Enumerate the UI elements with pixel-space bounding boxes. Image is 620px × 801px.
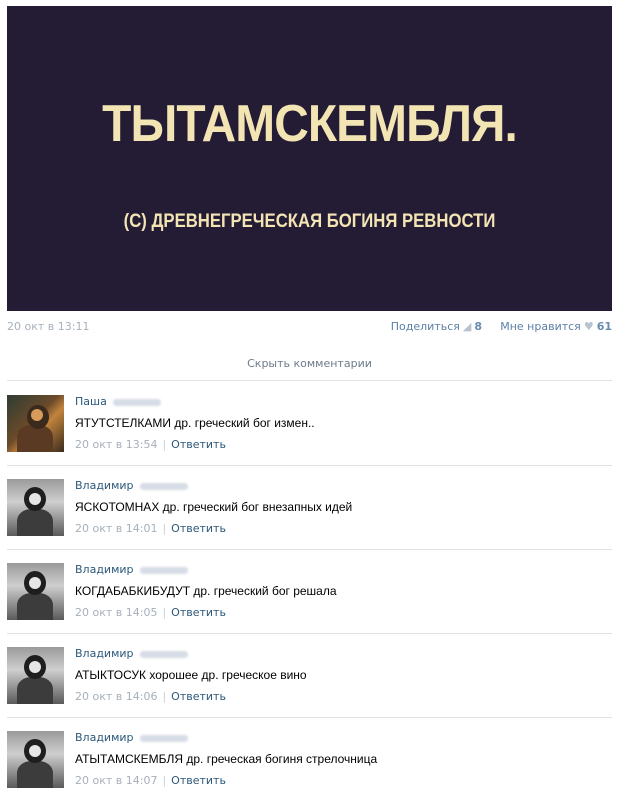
author-name[interactable]: Владимир — [75, 731, 134, 744]
comment: Паша ЯТУТСТЕЛКАМИ др. греческий бог изме… — [7, 381, 612, 466]
author-name[interactable]: Владимир — [75, 563, 134, 576]
comment-text: КОГДАБАБКИБУДУТ др. греческий бог решала — [75, 584, 337, 598]
reply-link[interactable]: Ответить — [171, 774, 226, 787]
comment-time[interactable]: 20 окт в 14:07 — [75, 774, 157, 787]
comment-author[interactable]: Владимир — [75, 563, 188, 576]
comment-time[interactable]: 20 окт в 14:06 — [75, 690, 157, 703]
comment: Владимир КОГДАБАБКИБУДУТ др. греческий б… — [7, 549, 612, 634]
avatar[interactable] — [7, 563, 64, 620]
share-count: 8 — [474, 320, 482, 333]
redacted-surname — [139, 482, 188, 490]
comment-text: АТЫТАМСКЕМБЛЯ др. греческая богиня стрел… — [75, 752, 378, 766]
like-count: 61 — [596, 320, 612, 333]
redacted-surname — [139, 734, 188, 742]
comment-text: ЯТУТСТЕЛКАМИ др. греческий бог измен.. — [75, 416, 315, 430]
reply-link[interactable]: Ответить — [171, 690, 226, 703]
image-title-text: ТЫТАМСКЕМБЛЯ. — [102, 95, 518, 153]
comment-author[interactable]: Владимир — [75, 731, 188, 744]
comment-author[interactable]: Паша — [75, 395, 161, 408]
reply-link[interactable]: Ответить — [171, 438, 226, 451]
comment-author[interactable]: Владимир — [75, 479, 188, 492]
share-button[interactable]: Поделиться ◢ 8 — [391, 320, 482, 333]
comment-author[interactable]: Владимир — [75, 647, 188, 660]
post-image[interactable]: ТЫТАМСКЕМБЛЯ. (С) ДРЕВНЕГРЕЧЕСКАЯ БОГИНЯ… — [7, 6, 612, 311]
comment-text: ЯСКОТОМНАХ др. греческий бог внезапных и… — [75, 500, 353, 514]
redacted-surname — [139, 566, 188, 574]
comment-footer: 20 окт в 13:54 | Ответить — [75, 438, 226, 451]
redacted-surname — [139, 650, 188, 658]
comment-text: АТЫКТОСУК хорошее др. греческое вино — [75, 668, 307, 682]
comment-footer: 20 окт в 14:07 | Ответить — [75, 774, 226, 787]
author-name[interactable]: Паша — [75, 395, 107, 408]
avatar[interactable] — [7, 731, 64, 788]
comment-time[interactable]: 20 окт в 13:54 — [75, 438, 157, 451]
avatar[interactable] — [7, 479, 64, 536]
author-name[interactable]: Владимир — [75, 647, 134, 660]
share-label: Поделиться — [390, 320, 460, 333]
hide-comments-link[interactable]: Скрыть комментарии — [7, 348, 612, 381]
heart-icon: ♥ — [583, 320, 594, 333]
comment-footer: 20 окт в 14:05 | Ответить — [75, 606, 226, 619]
image-caption-text: (С) ДРЕВНЕГРЕЧЕСКАЯ БОГИНЯ РЕВНОСТИ — [123, 211, 496, 232]
redacted-surname — [112, 398, 161, 406]
reply-link[interactable]: Ответить — [171, 606, 226, 619]
megaphone-icon: ◢ — [462, 320, 472, 333]
comment: Владимир АТЫТАМСКЕМБЛЯ др. греческая бог… — [7, 717, 612, 801]
reply-link[interactable]: Ответить — [171, 522, 226, 535]
comment-footer: 20 окт в 14:06 | Ответить — [75, 690, 226, 703]
like-button[interactable]: Мне нравится ♥ 61 — [500, 320, 612, 333]
avatar[interactable] — [7, 395, 64, 452]
comment: Владимир ЯСКОТОМНАХ др. греческий бог вн… — [7, 465, 612, 550]
comment: Владимир АТЫКТОСУК хорошее др. греческое… — [7, 633, 612, 718]
avatar[interactable] — [7, 647, 64, 704]
post-date[interactable]: 20 окт в 13:11 — [7, 320, 89, 333]
author-name[interactable]: Владимир — [75, 479, 134, 492]
post-meta: 20 окт в 13:11 Поделиться ◢ 8 Мне нравится… — [7, 318, 612, 336]
comment-time[interactable]: 20 окт в 14:01 — [75, 522, 157, 535]
like-label: Мне нравится — [500, 320, 581, 333]
comment-time[interactable]: 20 окт в 14:05 — [75, 606, 157, 619]
comment-footer: 20 окт в 14:01 | Ответить — [75, 522, 226, 535]
